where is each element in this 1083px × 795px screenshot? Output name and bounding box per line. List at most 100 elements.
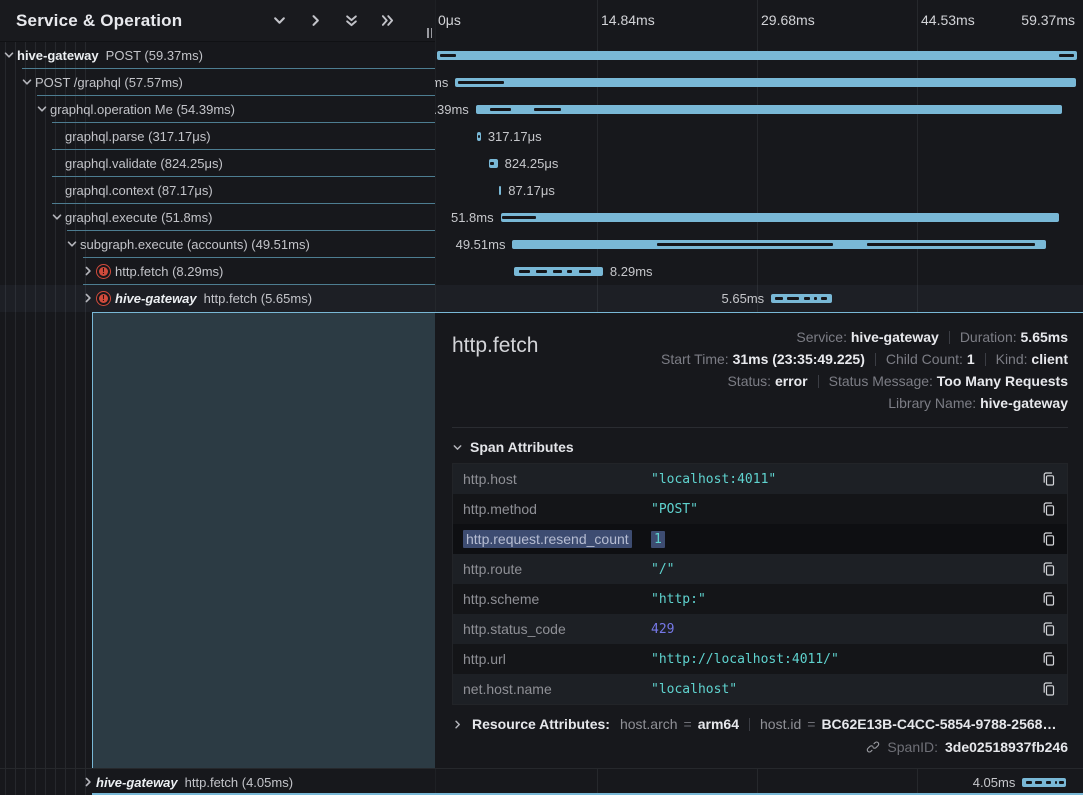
tree-row-timeline-cell: 8.29ms: [435, 258, 1083, 285]
span-id-label: SpanID:: [887, 739, 938, 755]
selected-span-expansion: [92, 312, 435, 768]
resource-attributes-row[interactable]: Resource Attributes:host.arch=arm64host.…: [452, 716, 1068, 732]
service-name: hive-gateway: [17, 48, 99, 63]
chevron-down-icon: [452, 442, 463, 453]
span-bar[interactable]: [437, 51, 1077, 60]
attribute-key: http.request.resend_count: [463, 531, 651, 547]
tree-row[interactable]: graphql.execute (51.8ms)51.8ms: [0, 204, 1083, 231]
bar-child-mark: [821, 297, 827, 300]
attribute-row[interactable]: http.host"localhost:4011": [453, 464, 1067, 494]
double-chevron-down-icon[interactable]: [344, 13, 359, 28]
chevron-down-icon[interactable]: [3, 49, 15, 61]
chevron-down-icon[interactable]: [272, 13, 287, 28]
copy-icon[interactable]: [1041, 621, 1057, 637]
tree-row-label-cell: graphql.context (87.17μs): [0, 177, 435, 204]
copy-icon[interactable]: [1041, 531, 1057, 547]
resource-attributes-title: Resource Attributes:: [472, 716, 610, 732]
span-bar[interactable]: [477, 132, 480, 141]
link-icon[interactable]: [866, 740, 880, 754]
bar-child-mark: [867, 243, 1035, 246]
bar-duration-label: 57.57ms: [435, 69, 448, 96]
bar-duration-label: 54.39ms: [435, 96, 469, 123]
span-attributes-header[interactable]: Span Attributes: [452, 439, 1068, 455]
tree-row-timeline-cell: 57.57ms: [435, 69, 1083, 96]
tree-row-label-cell: graphql.execute (51.8ms): [0, 204, 435, 231]
tree-row-label-cell: hive-gatewayPOST (59.37ms): [0, 42, 435, 69]
bar-child-mark: [1059, 781, 1063, 784]
attribute-key: http.route: [463, 561, 651, 577]
double-chevron-right-icon[interactable]: [380, 13, 395, 28]
chevron-right-icon[interactable]: [82, 292, 94, 304]
span-bar[interactable]: [489, 159, 498, 168]
meta-value: 31ms (23:35:49.225): [733, 351, 865, 367]
copy-icon[interactable]: [1041, 501, 1057, 517]
detail-header: http.fetch Service: hive-gatewayDuration…: [452, 326, 1068, 414]
bar-child-mark: [579, 270, 592, 273]
copy-icon[interactable]: [1041, 471, 1057, 487]
meta-value: 5.65ms: [1021, 329, 1068, 345]
chevron-down-icon[interactable]: [21, 76, 33, 88]
tree-row[interactable]: hive-gatewayPOST (59.37ms): [0, 42, 1083, 69]
copy-icon[interactable]: [1041, 591, 1057, 607]
span-bar[interactable]: [1022, 778, 1066, 787]
operation-name: graphql.execute (51.8ms): [65, 210, 212, 225]
tree-row[interactable]: subgraph.execute (accounts) (49.51ms) 49.…: [0, 231, 1083, 258]
span-bar[interactable]: [512, 240, 1046, 249]
chevron-down-icon[interactable]: [66, 238, 78, 250]
bar-child-mark: [478, 135, 480, 138]
span-bar[interactable]: [476, 105, 1062, 114]
attribute-key: http.scheme: [463, 591, 651, 607]
operation-name: graphql.parse (317.17μs): [65, 129, 211, 144]
ruler-tick: 0μs: [438, 12, 461, 28]
meta-value: client: [1031, 351, 1068, 367]
span-attributes-title: Span Attributes: [470, 439, 574, 455]
chevron-right-icon[interactable]: [82, 265, 94, 277]
span-bar[interactable]: [455, 78, 1076, 87]
chevron-down-icon[interactable]: [36, 103, 48, 115]
span-label: graphql.context (87.17μs): [65, 177, 213, 204]
tree-row-label-cell: subgraph.execute (accounts) (49.51ms): [0, 231, 435, 258]
chevron-right-icon[interactable]: [82, 776, 94, 788]
span-meta-line: Library Name: hive-gateway: [661, 392, 1068, 414]
ruler-tick: 44.53ms: [921, 12, 975, 28]
tree-row[interactable]: graphql.validate (824.25μs)824.25μs: [0, 150, 1083, 177]
copy-icon[interactable]: [1041, 561, 1057, 577]
chevron-down-icon[interactable]: [51, 211, 63, 223]
meta-label: Duration:: [960, 329, 1021, 345]
tree-row[interactable]: graphql.operation Me (54.39ms)54.39ms: [0, 96, 1083, 123]
attribute-row[interactable]: http.status_code429: [453, 614, 1067, 644]
span-bar[interactable]: [501, 213, 1059, 222]
service-name: hive-gateway: [96, 775, 178, 790]
attribute-row[interactable]: http.route"/": [453, 554, 1067, 584]
copy-icon[interactable]: [1041, 681, 1057, 697]
meta-value: Too Many Requests: [937, 373, 1068, 389]
span-id-row: SpanID: 3de02518937fb246: [452, 739, 1068, 755]
meta-label: Kind:: [996, 351, 1032, 367]
operation-name: subgraph.execute (accounts) (49.51ms): [80, 237, 310, 252]
bar-duration-label: 4.05ms: [973, 769, 1016, 795]
chevron-right-icon[interactable]: [308, 13, 323, 28]
attribute-row[interactable]: http.scheme"http:": [453, 584, 1067, 614]
tree-row-label-cell: !hive-gatewayhttp.fetch (5.65ms): [0, 285, 435, 312]
tree-row[interactable]: POST /graphql (57.57ms)57.57ms: [0, 69, 1083, 96]
copy-icon[interactable]: [1041, 651, 1057, 667]
span-bar[interactable]: [514, 267, 603, 276]
tree-row[interactable]: graphql.parse (317.17μs)317.17μs: [0, 123, 1083, 150]
attribute-row[interactable]: http.method"POST": [453, 494, 1067, 524]
attribute-row[interactable]: net.host.name"localhost": [453, 674, 1067, 704]
tree-row[interactable]: !hive-gatewayhttp.fetch (5.65ms)5.65ms: [0, 285, 1083, 312]
operation-name: http.fetch (4.05ms): [185, 775, 293, 790]
panel-resize-handle[interactable]: [427, 28, 432, 38]
operation-name: graphql.context (87.17μs): [65, 183, 213, 198]
bar-duration-label: 49.51ms: [456, 231, 506, 258]
attribute-key: http.host: [463, 471, 651, 487]
attribute-row[interactable]: http.request.resend_count1: [453, 524, 1067, 554]
tree-row[interactable]: !http.fetch (8.29ms)8.29ms: [0, 258, 1083, 285]
span-bar[interactable]: [771, 294, 832, 303]
span-bar[interactable]: [499, 186, 501, 195]
bar-child-mark: [458, 81, 505, 84]
tree-row-label-cell: !http.fetch (8.29ms): [0, 258, 435, 285]
attribute-row[interactable]: http.url"http://localhost:4011/": [453, 644, 1067, 674]
tree-row[interactable]: graphql.context (87.17μs)87.17μs: [0, 177, 1083, 204]
tree-row[interactable]: hive-gateway http.fetch (4.05ms) 4.05ms: [0, 768, 1083, 795]
